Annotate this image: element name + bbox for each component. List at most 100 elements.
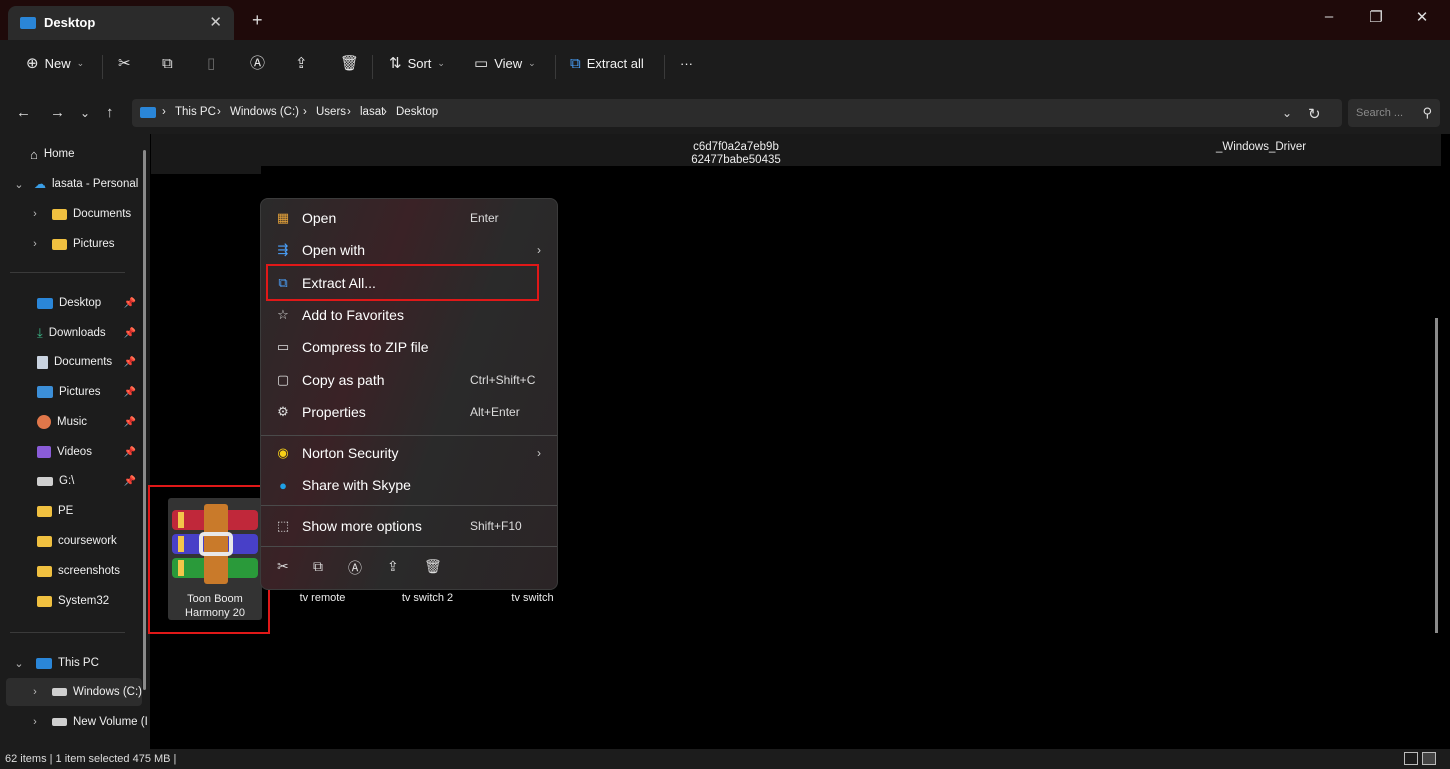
up-icon[interactable]: ↑ [106, 104, 114, 121]
sidebar-item-this-pc[interactable]: ⌄ This PC [0, 649, 150, 677]
new-button[interactable]: ⊕ New ⌄ [26, 56, 84, 71]
menu-item-properties[interactable]: ⚙ Properties Alt+Enter [265, 398, 555, 426]
pin-icon[interactable]: 📌 [124, 298, 136, 309]
menu-item-show-more-options[interactable]: ⬚ Show more options Shift+F10 [265, 512, 555, 540]
sidebar-item-pe[interactable]: PE [0, 497, 150, 525]
chevron-right-icon[interactable]: › [28, 208, 42, 220]
breadcrumb-users[interactable]: Users [316, 106, 346, 118]
sidebar-item-downloads[interactable]: ⤓ Downloads 📌 [0, 319, 150, 347]
file-item-tv-switch-2[interactable]: tv switch 2 [390, 592, 465, 604]
pin-icon[interactable]: 📌 [124, 357, 136, 368]
norton-icon: ◉ [277, 445, 289, 460]
sidebar-item-windows-c[interactable]: › Windows (C:) [6, 678, 142, 706]
recent-chevron-icon[interactable]: ⌄ [80, 106, 90, 120]
sidebar-item-new-volume[interactable]: › New Volume (I [0, 708, 150, 736]
tab-close-icon[interactable]: ✕ [209, 13, 222, 31]
back-icon[interactable]: ← [16, 104, 31, 121]
pin-icon[interactable]: 📌 [124, 417, 136, 428]
pin-icon[interactable]: 📌 [124, 476, 136, 487]
tab-desktop[interactable]: Desktop ✕ [8, 6, 234, 40]
pin-icon[interactable]: 📌 [124, 328, 136, 339]
sidebar-item-od-documents[interactable]: › Documents [0, 200, 150, 228]
menu-item-add-favorites[interactable]: ☆ Add to Favorites [265, 301, 555, 329]
sidebar-item-onedrive[interactable]: ⌄ ☁ lasata - Personal [0, 170, 150, 198]
copy-button[interactable]: ⧉ [162, 56, 173, 71]
menu-shortcut: Shift+F10 [470, 519, 522, 533]
folder-icon [37, 505, 52, 517]
rename-icon: Ⓐ [250, 55, 266, 72]
pin-icon[interactable]: 📌 [124, 447, 136, 458]
zip-icon: ▭ [276, 339, 290, 354]
file-name-top-1[interactable]: c6d7f0a2a7eb9b 62477babe50435 [676, 141, 796, 167]
breadcrumb-desktop[interactable]: Desktop [396, 106, 438, 118]
sidebar-item-desktop[interactable]: Desktop 📌 [0, 289, 150, 317]
minimize-button[interactable]: – [1314, 8, 1344, 25]
address-history-chevron-icon[interactable]: ⌄ [1282, 106, 1292, 120]
sidebar-item-home[interactable]: ⌂ Home [0, 140, 150, 168]
share-button[interactable]: ⇪ [295, 56, 308, 71]
more-options-button[interactable]: ··· [680, 56, 693, 71]
rename-button[interactable]: Ⓐ [250, 56, 265, 71]
share-icon[interactable]: ⇪ [387, 558, 399, 575]
music-icon [37, 415, 51, 429]
cut-button[interactable]: ✂ [118, 56, 131, 71]
details-view-icon[interactable] [1404, 752, 1418, 765]
tiles-view-icon[interactable] [1422, 752, 1436, 765]
rename-icon[interactable]: Ⓐ [348, 558, 362, 578]
breadcrumb-windows-c[interactable]: Windows (C:) [230, 106, 299, 118]
view-button[interactable]: ▭ View ⌄ [474, 56, 536, 71]
content-scrollbar[interactable] [1435, 318, 1438, 633]
extract-all-button[interactable]: ⧉ Extract all [570, 56, 644, 71]
cut-icon[interactable]: ✂ [277, 558, 289, 575]
chevron-down-icon[interactable]: ⌄ [12, 657, 26, 670]
sidebar-item-coursework[interactable]: coursework [0, 527, 150, 555]
breadcrumb-lasat[interactable]: lasat [360, 106, 384, 118]
file-item-tv-remote[interactable]: tv remote [285, 592, 360, 604]
paste-button[interactable]: ▯ [207, 56, 215, 71]
chevron-down-icon[interactable]: ⌄ [12, 178, 26, 191]
pin-icon[interactable]: 📌 [124, 387, 136, 398]
sidebar-item-od-pictures[interactable]: › Pictures [0, 230, 150, 258]
menu-item-open-with[interactable]: ⇶ Open with › [265, 236, 555, 264]
desktop-icon [20, 17, 36, 29]
chevron-right-icon[interactable]: › [28, 716, 42, 728]
sidebar-item-label: Videos [57, 446, 92, 458]
delete-button[interactable]: 🗑 [340, 56, 359, 71]
sidebar-item-g-drive[interactable]: G:\ 📌 [0, 467, 150, 495]
close-button[interactable]: ✕ [1407, 8, 1437, 26]
restore-button[interactable]: ❐ [1361, 8, 1391, 26]
sidebar-scrollbar[interactable] [143, 150, 146, 690]
breadcrumb-this-pc[interactable]: This PC [175, 106, 216, 118]
refresh-icon[interactable]: ↻ [1308, 105, 1321, 123]
menu-item-skype[interactable]: ● Share with Skype [265, 471, 555, 499]
file-name-top-2[interactable]: _Windows_Driver [1196, 141, 1326, 154]
sidebar-item-screenshots[interactable]: screenshots [0, 557, 150, 585]
sidebar-item-label: Downloads [48, 327, 106, 339]
chevron-down-icon: ⌄ [76, 58, 85, 68]
chevron-right-icon[interactable]: › [28, 238, 42, 250]
menu-item-copy-path[interactable]: ▢ Copy as path Ctrl+Shift+C [265, 366, 555, 394]
menu-item-norton[interactable]: ◉ Norton Security › [265, 439, 555, 467]
new-tab-button[interactable]: + [252, 10, 263, 31]
chevron-right-icon: › [537, 446, 541, 460]
sidebar-item-system32[interactable]: System32 [0, 587, 150, 615]
trash-icon[interactable]: 🗑 [424, 558, 442, 575]
folder-icon [37, 595, 52, 607]
menu-item-compress-zip[interactable]: ▭ Compress to ZIP file [265, 333, 555, 361]
chevron-right-icon[interactable]: › [28, 686, 42, 698]
copy-icon[interactable]: ⧉ [313, 558, 323, 575]
sidebar-item-label: System32 [58, 595, 110, 607]
sidebar-item-pictures[interactable]: Pictures 📌 [0, 378, 150, 406]
sidebar-item-music[interactable]: Music 📌 [0, 408, 150, 436]
open-icon: ▦ [276, 210, 290, 225]
sort-button[interactable]: ⇅ Sort ⌄ [389, 56, 445, 71]
sidebar-item-videos[interactable]: Videos 📌 [0, 438, 150, 466]
cut-icon: ✂ [118, 55, 131, 72]
menu-item-open[interactable]: ▦ Open Enter [265, 204, 555, 232]
file-item-tv-switch[interactable]: tv switch [500, 592, 565, 604]
chevron-down-icon: ⌄ [437, 58, 445, 68]
address-bar[interactable]: › This PC › Windows (C:) › Users › lasat… [132, 99, 1342, 127]
sidebar-item-documents[interactable]: Documents 📌 [0, 348, 150, 376]
forward-icon[interactable]: → [50, 104, 65, 121]
search-box[interactable]: Search ... ⚲ [1348, 99, 1440, 127]
